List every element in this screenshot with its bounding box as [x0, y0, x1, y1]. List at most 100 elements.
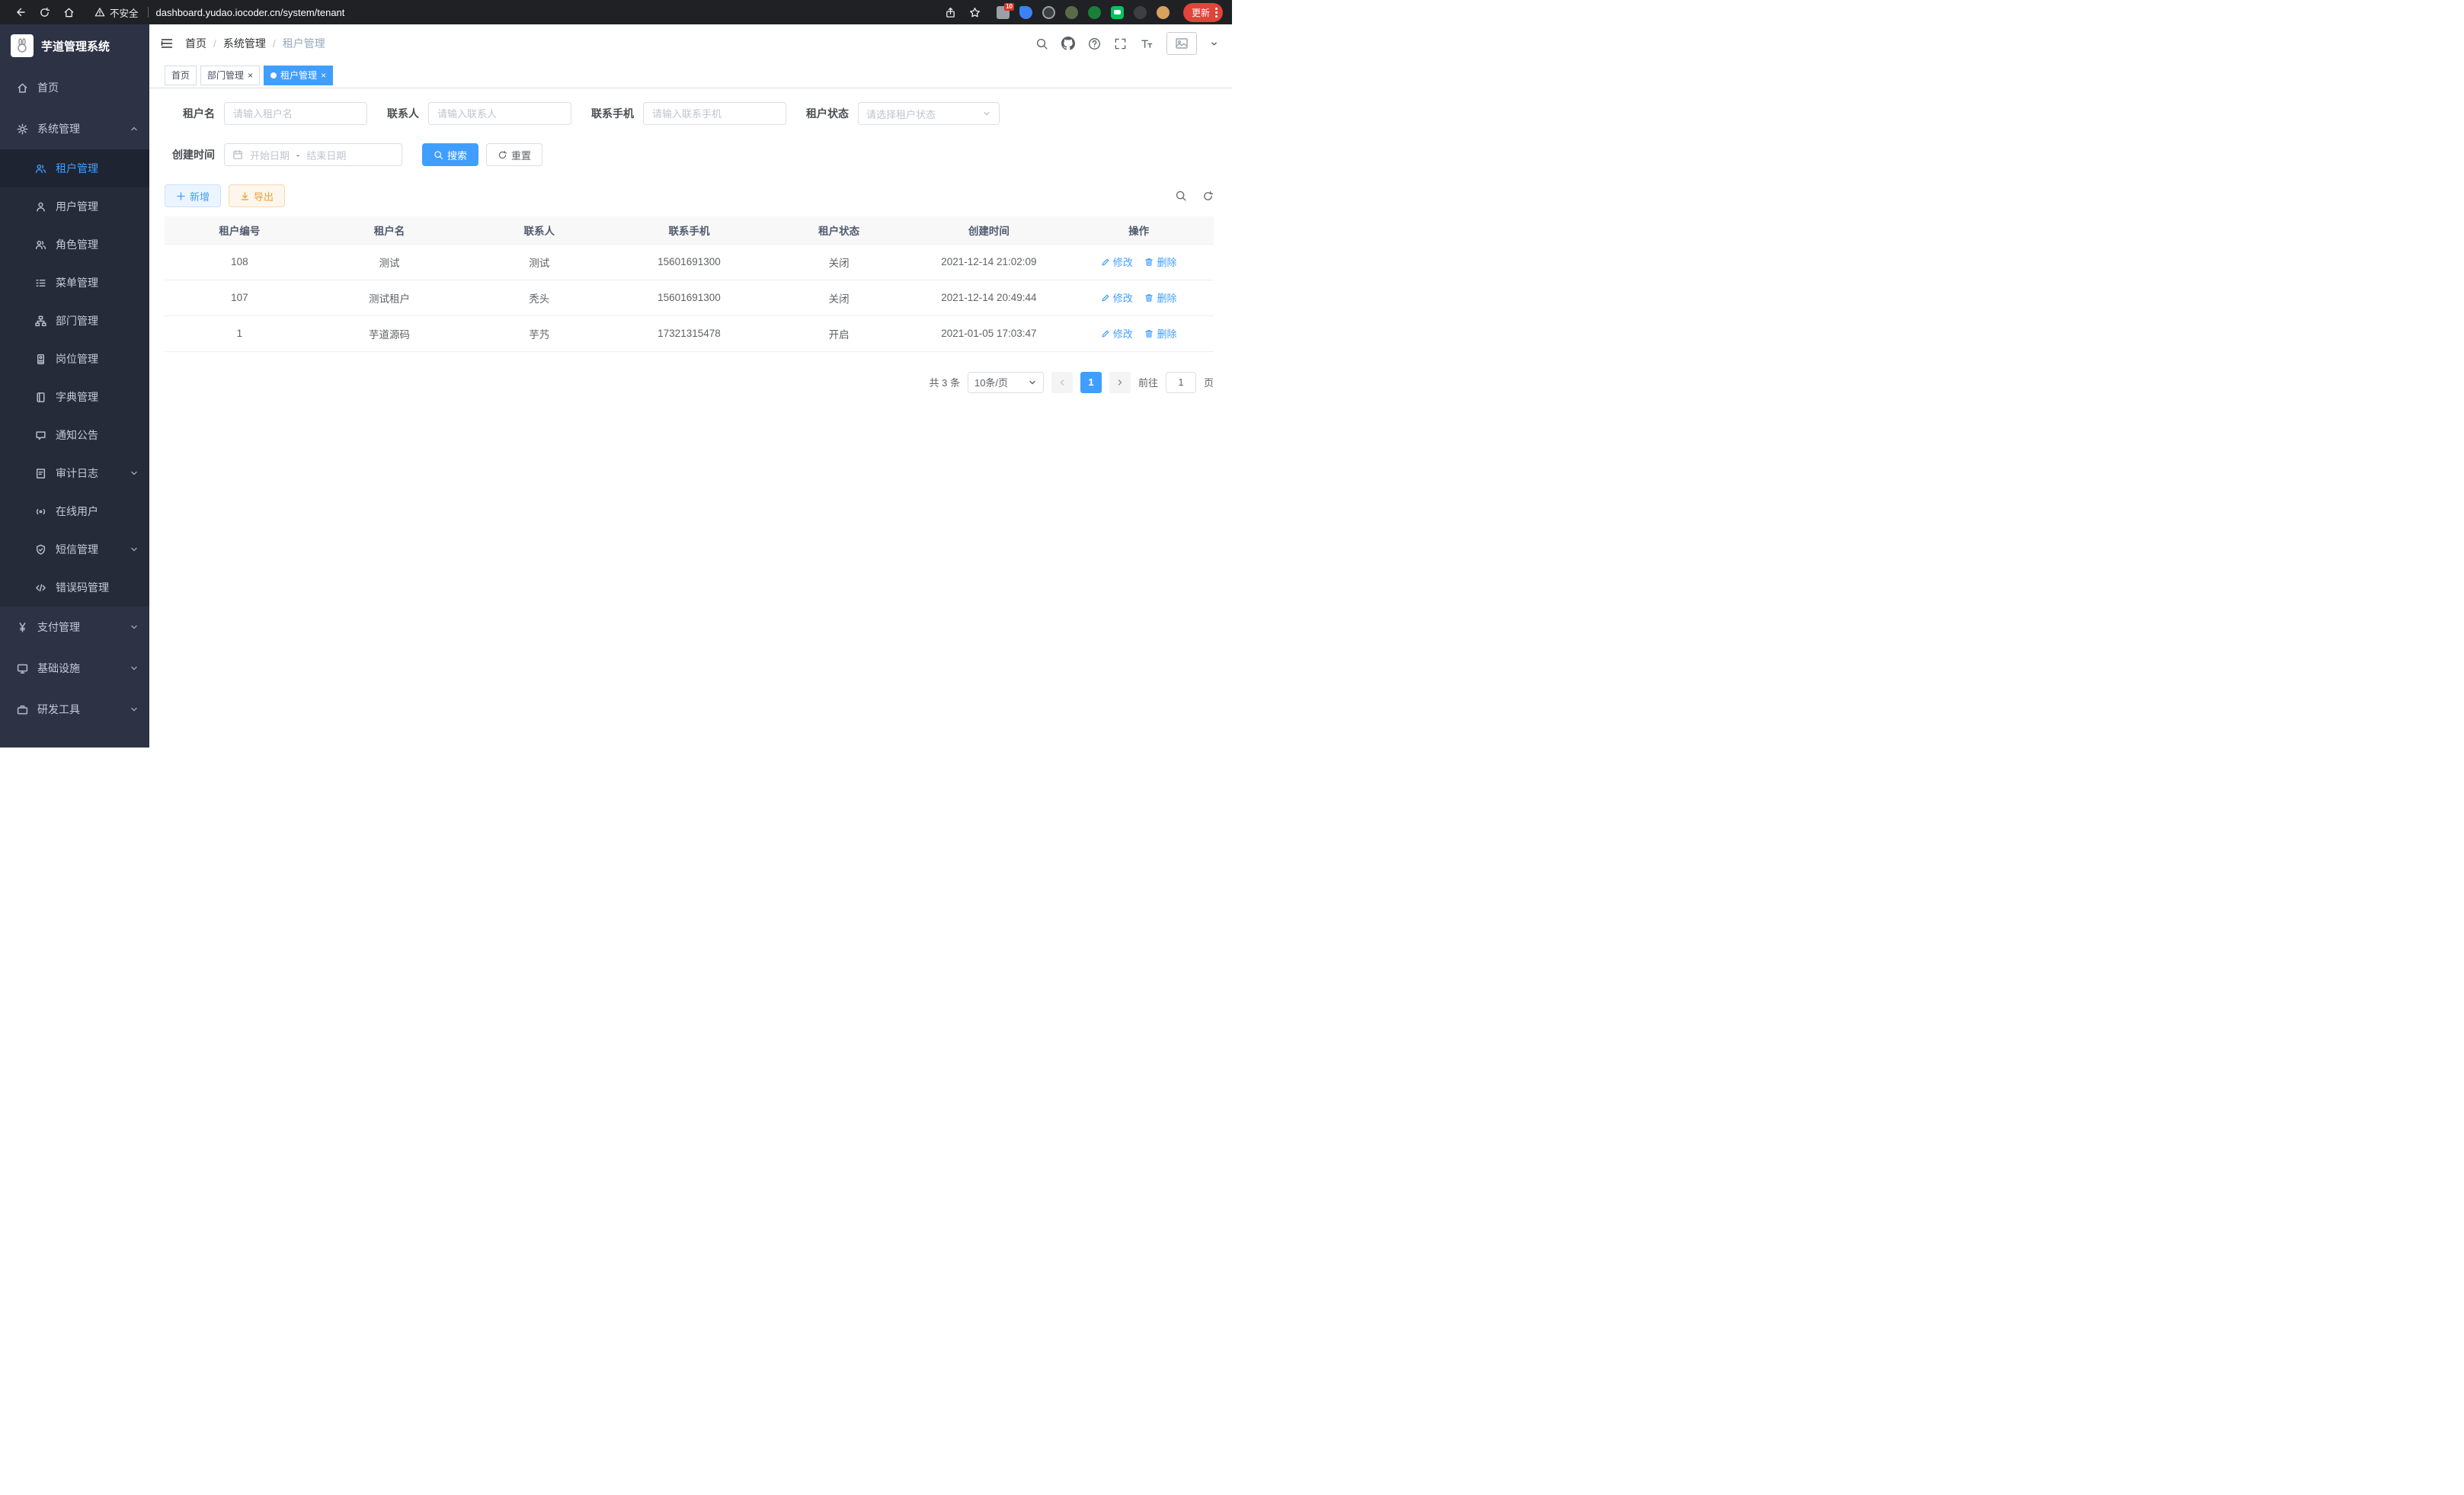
app-logo[interactable]: 芋道管理系统	[0, 24, 149, 67]
update-label: 更新	[1192, 6, 1210, 19]
sidebar-item-user[interactable]: 用户管理	[0, 187, 149, 226]
sidebar-item-menu[interactable]: 菜单管理	[0, 264, 149, 302]
search-icon[interactable]	[1035, 37, 1048, 50]
select-placeholder: 请选择租户状态	[866, 107, 936, 121]
link-label: 修改	[1113, 326, 1133, 341]
main-area: 首页 / 系统管理 / 租户管理 首页 部门管理 ×	[149, 24, 1232, 748]
browser-update-button[interactable]: 更新	[1183, 3, 1223, 22]
sidebar-fold-icon[interactable]	[160, 37, 174, 50]
col-header: 租户状态	[764, 216, 914, 244]
delete-link[interactable]: 删除	[1144, 255, 1176, 269]
export-button[interactable]: 导出	[229, 184, 285, 207]
help-icon[interactable]	[1088, 37, 1101, 50]
contact-input[interactable]	[428, 102, 571, 125]
sidebar-item-audit-log[interactable]: 审计日志	[0, 454, 149, 492]
extension-icon[interactable]	[1157, 6, 1170, 19]
close-icon[interactable]: ×	[321, 71, 326, 80]
sidebar-item-devtools[interactable]: 研发工具	[0, 689, 149, 730]
share-icon[interactable]	[940, 3, 962, 21]
refresh-icon[interactable]	[34, 3, 55, 21]
date-range-input[interactable]: 开始日期 - 结束日期	[224, 143, 402, 166]
sidebar-item-label: 首页	[37, 80, 59, 95]
sidebar-item-dict[interactable]: 字典管理	[0, 378, 149, 416]
sidebar-item-label: 部门管理	[56, 313, 98, 328]
home-icon[interactable]	[58, 3, 79, 21]
sidebar-item-payment[interactable]: 支付管理	[0, 607, 149, 648]
refresh-table-icon[interactable]	[1202, 190, 1214, 202]
goto-page-input[interactable]	[1166, 372, 1196, 393]
sidebar-item-home[interactable]: 首页	[0, 67, 149, 108]
edit-link[interactable]: 修改	[1101, 255, 1133, 269]
extension-icon[interactable]: 10	[997, 6, 1010, 19]
sidebar-item-sms[interactable]: 短信管理	[0, 530, 149, 568]
github-icon[interactable]	[1061, 37, 1075, 50]
date-start-placeholder: 开始日期	[250, 148, 290, 162]
url-text[interactable]: dashboard.yudao.iocoder.cn/system/tenant	[156, 7, 345, 18]
delete-link[interactable]: 删除	[1144, 290, 1176, 305]
sidebar-item-role[interactable]: 角色管理	[0, 226, 149, 264]
cell-id: 107	[165, 280, 315, 315]
edit-link[interactable]: 修改	[1101, 290, 1133, 305]
filter-status: 租户状态 请选择租户状态	[806, 102, 1000, 125]
refresh-icon	[498, 150, 507, 160]
sidebar-item-notice[interactable]: 通知公告	[0, 416, 149, 454]
extension-icon[interactable]	[1065, 6, 1078, 19]
field-label: 租户名	[165, 106, 215, 121]
button-label: 重置	[511, 148, 531, 162]
avatar-caret-icon[interactable]	[1210, 40, 1218, 48]
avatar[interactable]	[1166, 32, 1197, 55]
extension-icon[interactable]	[1134, 6, 1147, 19]
sidebar-item-tenant[interactable]: 租户管理	[0, 149, 149, 187]
link-label: 删除	[1157, 255, 1176, 269]
close-icon[interactable]: ×	[248, 71, 253, 80]
sidebar-item-online-users[interactable]: 在线用户	[0, 492, 149, 530]
logo-image	[11, 34, 34, 57]
reset-button[interactable]: 重置	[486, 143, 542, 166]
search-button[interactable]: 搜索	[422, 143, 478, 166]
phone-input[interactable]	[643, 102, 786, 125]
breadcrumb-home[interactable]: 首页	[185, 36, 206, 51]
sidebar-item-label: 通知公告	[56, 427, 98, 443]
tab-label: 部门管理	[207, 69, 244, 82]
calendar-icon	[232, 149, 243, 160]
site-security[interactable]: 不安全	[94, 5, 153, 20]
sidebar-item-post[interactable]: 岗位管理	[0, 340, 149, 378]
browser-chrome: 不安全 dashboard.yudao.iocoder.cn/system/te…	[0, 0, 1232, 24]
tab-tenant[interactable]: 租户管理 ×	[264, 66, 333, 85]
font-size-icon[interactable]	[1140, 37, 1154, 50]
bookmark-star-icon[interactable]	[965, 3, 986, 21]
edit-link[interactable]: 修改	[1101, 326, 1133, 341]
extension-icon[interactable]	[1042, 6, 1055, 19]
extension-icon[interactable]	[1088, 6, 1101, 19]
sidebar-item-system[interactable]: 系统管理	[0, 108, 149, 149]
status-select[interactable]: 请选择租户状态	[858, 102, 1000, 125]
sidebar-item-error-code[interactable]: 错误码管理	[0, 568, 149, 607]
pagination: 共 3 条 10条/页 1 前往 页	[165, 372, 1214, 393]
breadcrumb-system[interactable]: 系统管理	[223, 36, 266, 51]
extension-icon[interactable]	[1019, 6, 1032, 19]
current-page[interactable]: 1	[1080, 372, 1102, 393]
chevron-down-icon	[130, 664, 139, 673]
sidebar-item-infra[interactable]: 基础设施	[0, 648, 149, 689]
extension-icon[interactable]	[1111, 6, 1124, 19]
tab-home[interactable]: 首页	[165, 66, 197, 85]
page-size-select[interactable]: 10条/页	[968, 372, 1044, 393]
delete-link[interactable]: 删除	[1144, 326, 1176, 341]
sidebar-item-dept[interactable]: 部门管理	[0, 302, 149, 340]
sidebar-item-label: 字典管理	[56, 389, 98, 405]
next-page-button[interactable]	[1109, 372, 1131, 393]
col-header: 租户名	[315, 216, 465, 244]
tenant-name-input[interactable]	[224, 102, 367, 125]
link-label: 修改	[1113, 255, 1133, 269]
hide-search-icon[interactable]	[1175, 190, 1187, 202]
chevron-down-icon	[130, 623, 139, 632]
add-button[interactable]: 新增	[165, 184, 221, 207]
fullscreen-icon[interactable]	[1114, 37, 1127, 50]
prev-page-button[interactable]	[1051, 372, 1073, 393]
chevron-down-icon	[1028, 378, 1037, 387]
sidebar-item-label: 支付管理	[37, 619, 80, 635]
table-row: 108 测试 测试 15601691300 关闭 2021-12-14 21:0…	[165, 244, 1214, 280]
back-icon[interactable]	[9, 3, 30, 21]
tab-dept[interactable]: 部门管理 ×	[200, 66, 260, 85]
monitor-icon	[17, 663, 28, 674]
